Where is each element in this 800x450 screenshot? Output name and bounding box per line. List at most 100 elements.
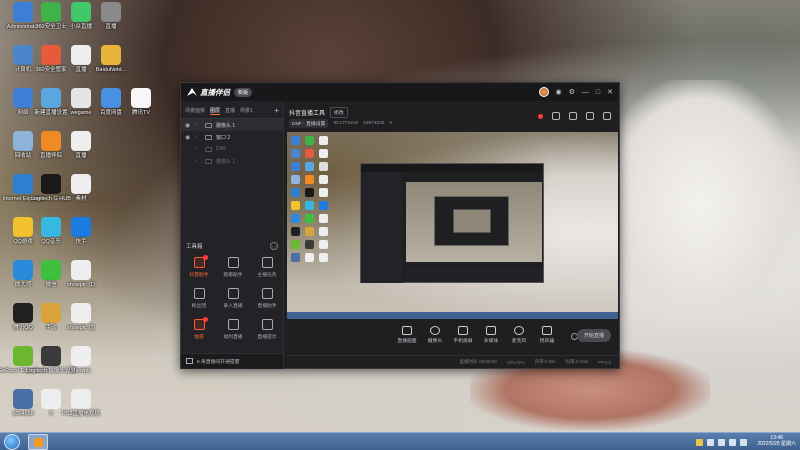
app-logo: 直播伴侣 新版 — [187, 87, 253, 98]
version-badge[interactable]: 新版 — [234, 87, 253, 97]
tab-scene-panel[interactable]: 场景面板 — [185, 107, 205, 114]
control-label: 直播画面 — [397, 339, 417, 344]
desktop-icon[interactable]: 腾讯TV — [122, 88, 160, 116]
tool-button[interactable]: 福利直播 — [217, 319, 249, 343]
go-live-button[interactable]: 开始直播 — [577, 329, 611, 342]
more-icon[interactable]: … — [270, 242, 278, 250]
settings-icon[interactable]: ⚙ — [569, 88, 575, 97]
camera-button[interactable]: 摄像头 — [421, 326, 449, 344]
play-icon — [486, 326, 496, 335]
close-button[interactable]: ✕ — [607, 88, 613, 97]
desktop-icon[interactable]: 素材 — [62, 174, 100, 202]
tool-button[interactable]: 观看助手 — [217, 257, 249, 281]
tool-button[interactable]: 抖音助手 — [183, 255, 215, 281]
fans-count: 10574538 — [363, 121, 385, 126]
lock-icon[interactable]: ▫ — [195, 146, 201, 152]
lock-icon[interactable]: ▫ — [195, 158, 201, 164]
desktop-icon[interactable]: 直播 — [92, 2, 130, 30]
app-icon — [71, 303, 91, 323]
maximize-button[interactable]: □ — [596, 88, 600, 97]
monitor-icon — [402, 326, 412, 335]
speaker-icon — [542, 326, 552, 335]
app-icon — [71, 174, 91, 194]
category-tag[interactable]: DNF · 直播设置 — [289, 119, 329, 128]
tool-icon — [227, 319, 239, 330]
desktop-icon[interactable]: 快手 — [62, 217, 100, 245]
tab-scene-1[interactable]: 场景1 — [240, 107, 253, 114]
app-icon — [13, 217, 33, 237]
edit-title-button[interactable]: 修改 — [330, 107, 348, 118]
avatar[interactable] — [538, 87, 549, 97]
desktop-icon-label: 计算机 — [14, 67, 32, 73]
microphone-button[interactable]: 麦克风 — [505, 326, 533, 344]
desktop-icon-label: 素材 — [75, 196, 87, 202]
eye-icon[interactable]: ◉ — [185, 122, 191, 129]
tool-button[interactable]: 录入直播 — [217, 288, 249, 312]
phone-cast-button[interactable]: 手机投屏 — [449, 326, 477, 344]
desktop-icon-label: 直播 — [75, 153, 87, 159]
tab-layers[interactable]: 图层 — [210, 107, 221, 115]
lock-icon[interactable]: ▫ — [195, 134, 201, 140]
app-icon — [71, 88, 91, 108]
title-bar[interactable]: 直播伴侣 新版 ◉ ⚙ — □ ✕ — [181, 83, 619, 101]
app-icon — [41, 174, 61, 194]
desktop-icon-label: 直播伴侣 — [39, 153, 62, 159]
tool-button[interactable]: 主播任务 — [251, 257, 283, 281]
tool-label: 录入直播 — [223, 304, 243, 309]
desktop-icon-label: 腾讯QQ — [13, 325, 33, 331]
share-icon[interactable] — [603, 112, 611, 120]
app-icon — [71, 45, 91, 65]
source-type-icon — [205, 134, 212, 140]
preview-canvas[interactable] — [287, 132, 618, 319]
desktop-icon[interactable]: BaiduNetd... — [92, 45, 130, 73]
app-icon — [41, 2, 61, 22]
toolbox-title: 工具箱 — [186, 244, 203, 250]
speaker-button[interactable]: 扬声器 — [533, 326, 561, 344]
tray-icon[interactable] — [696, 438, 704, 446]
source-item[interactable]: ◉ ▫ 窗口 2 — [181, 131, 283, 143]
source-item[interactable]: ◉ ▫ 摄像头 1 — [181, 119, 283, 131]
notification-dot-icon[interactable] — [538, 113, 543, 119]
gift-icon[interactable] — [569, 112, 577, 120]
tool-button[interactable]: 直播助手 — [251, 288, 283, 312]
tool-button[interactable]: 福袋 — [183, 317, 215, 343]
desktop-icon[interactable]: showpic (2) — [62, 303, 100, 331]
app-icon — [71, 2, 91, 22]
add-scene-button[interactable]: + — [274, 106, 279, 115]
tool-button[interactable]: 粉丝团 — [183, 288, 215, 312]
bell-icon[interactable] — [586, 112, 594, 120]
desktop-icon-label: 微大师 — [14, 282, 32, 288]
app-name: 直播伴侣 — [200, 87, 230, 97]
media-button[interactable]: 多媒体 — [477, 326, 505, 344]
desktop-icon[interactable]: showpic (1) — [62, 260, 100, 288]
volume-icon[interactable] — [740, 438, 748, 446]
desktop-icon[interactable]: showpic — [62, 346, 100, 374]
clock[interactable]: 13:48 2022/5/28 星期六 — [757, 435, 796, 448]
desktop-icon[interactable]: 直播 — [62, 131, 100, 159]
badge — [202, 317, 208, 322]
account-id: ID:1774416 — [333, 121, 359, 126]
eye-icon[interactable]: ◉ — [185, 134, 191, 141]
source-label: DNF — [216, 146, 227, 152]
minimize-button[interactable]: — — [582, 88, 589, 97]
network-icon[interactable] — [729, 438, 737, 446]
start-button[interactable] — [4, 434, 20, 450]
app-icon — [13, 346, 33, 366]
tray-icon[interactable] — [718, 438, 726, 446]
status-bar: 直播时长 00:00:00 CPU:0% 内存:0.0% 码率:0 kb/s FPS:0 — [285, 355, 619, 368]
lock-icon[interactable] — [552, 112, 560, 120]
source-item[interactable]: ▫ 摄像头 1 — [181, 155, 283, 167]
tray-icon[interactable] — [707, 438, 715, 446]
lock-icon[interactable]: ▫ — [195, 122, 201, 128]
tab-live[interactable]: 直播 — [225, 107, 235, 114]
notice-bar[interactable]: 5 条直播间开通提醒 — [181, 353, 283, 368]
app-icon — [71, 346, 91, 366]
skin-icon[interactable]: ◉ — [556, 88, 562, 97]
microphone-icon — [514, 326, 524, 335]
screen-capture-button[interactable]: 直播画面 — [393, 326, 421, 344]
desktop-icon-label: showpic (1) — [66, 282, 96, 288]
desktop-icon[interactable]: PS2直播电视机 — [62, 389, 100, 417]
source-item[interactable]: ▫ DNF — [181, 143, 283, 155]
tool-button[interactable]: 直播提示 — [251, 319, 283, 343]
taskbar-app-live-companion[interactable] — [28, 434, 48, 450]
